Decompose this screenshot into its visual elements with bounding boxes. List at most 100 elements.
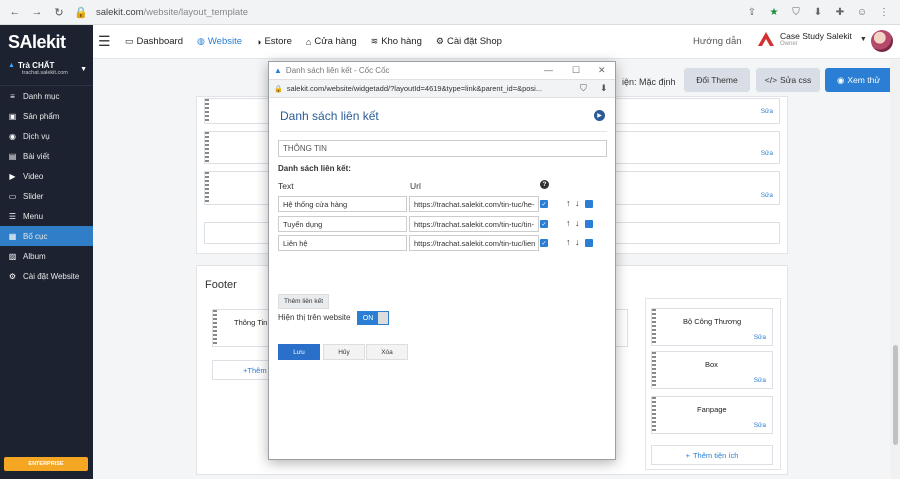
sidebar-item-album[interactable]: ▨ Album bbox=[0, 246, 93, 266]
footer-title: Footer bbox=[205, 279, 237, 291]
help-icon[interactable]: ? bbox=[540, 180, 549, 189]
show-on-website-toggle[interactable]: ON bbox=[357, 311, 389, 325]
sidebar-item-dich-vu[interactable]: ◉ Dịch vụ bbox=[0, 126, 93, 146]
shop-switcher[interactable]: ▲ Trà CHẤT trachat.salekit.com ▼ bbox=[0, 59, 93, 86]
link-checkbox[interactable]: ✓ bbox=[540, 239, 548, 247]
preview-button[interactable]: ◉ Xem thử bbox=[825, 68, 892, 92]
link-text-input[interactable]: Hệ thống cửa hàng bbox=[278, 196, 407, 212]
sidebar-item-menu[interactable]: ☰ Menu bbox=[0, 206, 93, 226]
download-icon[interactable]: ⬇ bbox=[812, 6, 824, 18]
save-button[interactable]: Lưu bbox=[278, 344, 320, 360]
reload-icon[interactable]: ↻ bbox=[52, 5, 66, 19]
back-icon[interactable]: ← bbox=[8, 5, 22, 19]
move-down-icon[interactable]: ↓ bbox=[575, 218, 580, 228]
drag-handle[interactable] bbox=[652, 352, 656, 388]
nav-cai-dat-shop[interactable]: ⚙ Cài đặt Shop bbox=[436, 36, 502, 47]
move-up-icon[interactable]: ↑ bbox=[566, 237, 571, 247]
sidebar-item-bo-cuc[interactable]: ▦ Bố cục bbox=[0, 226, 93, 246]
star-icon[interactable]: ★ bbox=[768, 6, 780, 18]
link-text-input[interactable]: Tuyển dụng bbox=[278, 216, 407, 232]
edit-link[interactable]: Sửa bbox=[761, 150, 773, 157]
monitor-icon: ▭ bbox=[125, 36, 134, 46]
trash-icon[interactable] bbox=[585, 200, 593, 208]
nav-estore[interactable]: ◑ Estore bbox=[256, 36, 292, 47]
link-list-popup: ▲ Danh sách liên kết - Cốc Cốc — ☐ ✕ 🔒 s… bbox=[268, 61, 616, 460]
address-bar[interactable]: salekit.com/website/layout_template bbox=[96, 7, 746, 18]
brand-logo[interactable]: SAlekit bbox=[0, 25, 93, 59]
trash-icon[interactable] bbox=[585, 239, 593, 247]
move-down-icon[interactable]: ↓ bbox=[575, 198, 580, 208]
download-icon[interactable]: ⬇ bbox=[600, 83, 608, 94]
move-up-icon[interactable]: ↑ bbox=[566, 218, 571, 228]
extensions-icon[interactable]: ✚ bbox=[834, 6, 846, 18]
drag-handle[interactable] bbox=[652, 309, 656, 345]
nav-dashboard[interactable]: ▭ Dashboard bbox=[125, 36, 183, 47]
move-down-icon[interactable]: ↓ bbox=[575, 237, 580, 247]
drag-handle[interactable] bbox=[205, 132, 209, 163]
edit-link[interactable]: Sửa bbox=[761, 192, 773, 199]
store-icon: ⌂ bbox=[305, 36, 312, 47]
footer-widget[interactable]: Bộ Công Thương Sửa bbox=[651, 308, 773, 346]
sidebar-item-san-pham[interactable]: ▣ Sản phẩm bbox=[0, 106, 93, 126]
button-label: Xem thử bbox=[847, 75, 881, 85]
sidebar-item-label: Slider bbox=[23, 191, 44, 201]
footer-widget[interactable]: Box Sửa bbox=[651, 351, 773, 389]
drag-handle[interactable] bbox=[205, 172, 209, 204]
footer-widget[interactable]: Fanpage Sửa bbox=[651, 396, 773, 434]
minimize-icon[interactable]: — bbox=[544, 65, 553, 75]
link-checkbox[interactable]: ✓ bbox=[540, 200, 548, 208]
link-url-input[interactable]: https://trachat.salekit.com/tin-tuc/lien bbox=[409, 235, 539, 251]
popup-address-bar[interactable]: 🔒 salekit.com/website/widgetadd/?layoutI… bbox=[269, 79, 615, 98]
shield-icon[interactable]: ⛉ bbox=[790, 6, 802, 18]
plus-icon: + bbox=[685, 450, 690, 460]
sidebar-item-bai-viet[interactable]: ▤ Bài viết bbox=[0, 146, 93, 166]
shield-icon[interactable]: ⛉ bbox=[580, 83, 587, 94]
plan-badge[interactable]: ENTERPRISE bbox=[4, 457, 88, 471]
guide-link[interactable]: Hướng dẫn bbox=[693, 36, 742, 47]
move-up-icon[interactable]: ↑ bbox=[566, 198, 571, 208]
link-list-label: Danh sách liên kết: bbox=[278, 164, 351, 173]
scrollbar-thumb[interactable] bbox=[893, 345, 898, 445]
avatar[interactable] bbox=[871, 30, 893, 52]
drag-handle[interactable] bbox=[205, 99, 209, 123]
edit-link[interactable]: Sửa bbox=[754, 422, 766, 429]
sidebar-item-danh-muc[interactable]: ≡ Danh mục bbox=[0, 86, 93, 106]
cancel-button[interactable]: Hủy bbox=[323, 344, 365, 360]
more-icon[interactable]: ⋮ bbox=[878, 6, 890, 18]
url-path: /website/layout_template bbox=[143, 6, 249, 18]
nav-website[interactable]: ◍ Website bbox=[197, 36, 242, 47]
share-icon[interactable]: ⇪ bbox=[746, 6, 758, 18]
nav-cua-hang[interactable]: ⌂ Cửa hàng bbox=[306, 36, 357, 47]
sidebar-item-video[interactable]: ▶ Video bbox=[0, 166, 93, 186]
close-icon[interactable]: ✕ bbox=[598, 65, 606, 76]
edit-link[interactable]: Sửa bbox=[761, 108, 773, 115]
delete-button[interactable]: Xóa bbox=[366, 344, 408, 360]
maximize-icon[interactable]: ☐ bbox=[572, 65, 580, 76]
edit-link[interactable]: Sửa bbox=[754, 334, 766, 341]
divider bbox=[280, 131, 607, 132]
forward-icon[interactable]: → bbox=[30, 5, 44, 19]
drag-handle[interactable] bbox=[652, 397, 656, 433]
account-menu[interactable]: Case Study Salekit Owner ▼ bbox=[757, 31, 867, 47]
play-icon[interactable]: ▶ bbox=[594, 110, 605, 121]
link-url-input[interactable]: https://trachat.salekit.com/tin-tuc/he- bbox=[409, 196, 539, 212]
change-theme-button[interactable]: Đổi Theme bbox=[684, 68, 750, 92]
edit-css-button[interactable]: </> Sửa css bbox=[756, 68, 820, 92]
link-url-input[interactable]: https://trachat.salekit.com/tin-tuc/tin- bbox=[409, 216, 539, 232]
hamburger-icon[interactable]: ☰ bbox=[98, 33, 111, 50]
widget-title-input[interactable]: THÔNG TIN bbox=[278, 140, 607, 157]
nav-kho-hang[interactable]: ≋ Kho hàng bbox=[371, 36, 422, 47]
link-text-input[interactable]: Liên hệ bbox=[278, 235, 407, 251]
user-icon[interactable]: ☺ bbox=[856, 6, 868, 18]
add-link-button[interactable]: Thêm liên kết bbox=[278, 294, 329, 309]
trash-icon[interactable] bbox=[585, 220, 593, 228]
add-widget-button[interactable]: + Thêm tiện ích bbox=[651, 445, 773, 465]
shop-name: Trà CHẤT bbox=[17, 61, 55, 70]
edit-link[interactable]: Sửa bbox=[754, 377, 766, 384]
account-role: Owner bbox=[780, 41, 798, 47]
nav-label: Cài đặt Shop bbox=[446, 36, 502, 47]
drag-handle[interactable] bbox=[213, 310, 217, 346]
sidebar-item-slider[interactable]: ▭ Slider bbox=[0, 186, 93, 206]
link-checkbox[interactable]: ✓ bbox=[540, 220, 548, 228]
sidebar-item-cai-dat-website[interactable]: ⚙ Cài đặt Website bbox=[0, 266, 93, 286]
